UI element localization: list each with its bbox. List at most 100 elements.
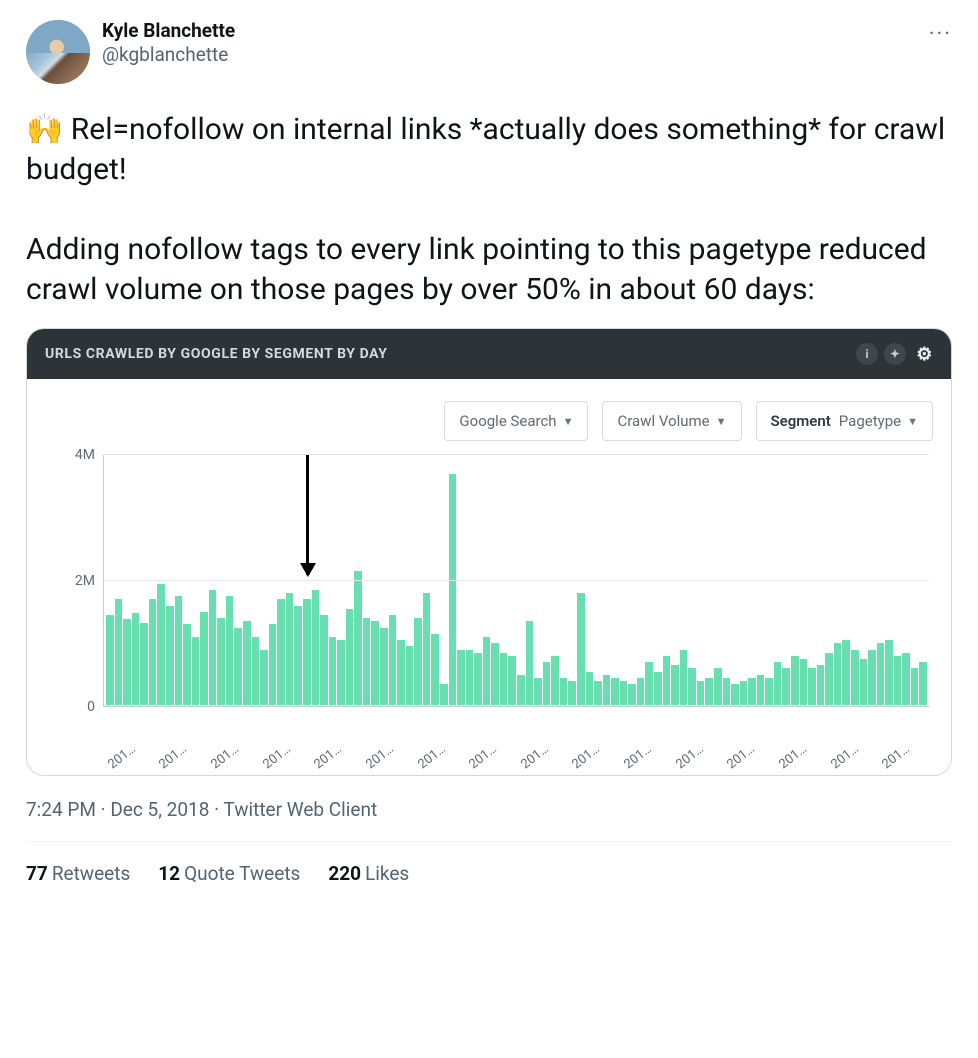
stats-row: 77Retweets 12Quote Tweets 220Likes bbox=[26, 842, 952, 885]
bar bbox=[200, 612, 208, 706]
bar bbox=[800, 659, 808, 706]
meta-date[interactable]: Dec 5, 2018 bbox=[110, 798, 209, 821]
bar bbox=[860, 659, 868, 706]
bar bbox=[517, 675, 525, 706]
chevron-down-icon: ▼ bbox=[716, 415, 727, 428]
bar bbox=[277, 599, 285, 706]
retweets-count: 77 bbox=[26, 862, 48, 885]
bar bbox=[466, 650, 474, 706]
bar bbox=[414, 618, 422, 706]
x-tick-label: 201… bbox=[776, 742, 809, 773]
avatar[interactable] bbox=[26, 20, 90, 84]
bar bbox=[346, 609, 354, 706]
x-tick-label: 201… bbox=[157, 742, 190, 773]
filter-segment-label: Segment bbox=[771, 412, 831, 430]
bar bbox=[560, 678, 568, 706]
bar bbox=[320, 615, 328, 706]
bar bbox=[628, 684, 636, 706]
bar bbox=[757, 675, 765, 706]
likes[interactable]: 220Likes bbox=[328, 862, 409, 885]
card-title: URLS CRAWLED BY GOOGLE BY SEGMENT BY DAY bbox=[45, 346, 388, 362]
bar bbox=[234, 628, 242, 706]
embedded-chart-card: URLS CRAWLED BY GOOGLE BY SEGMENT BY DAY… bbox=[26, 328, 952, 776]
bar bbox=[705, 678, 713, 706]
bar bbox=[226, 596, 234, 706]
quote-tweets[interactable]: 12Quote Tweets bbox=[158, 862, 300, 885]
y-tick-label: 0 bbox=[45, 699, 95, 715]
bar bbox=[774, 662, 782, 706]
card-body: Google Search ▼ Crawl Volume ▼ Segment P… bbox=[27, 379, 951, 775]
bar bbox=[363, 618, 371, 706]
chevron-down-icon: ▼ bbox=[563, 415, 574, 428]
bar bbox=[483, 637, 491, 706]
bar bbox=[714, 668, 722, 706]
bar bbox=[868, 650, 876, 706]
bar bbox=[534, 678, 542, 706]
bars bbox=[104, 455, 929, 706]
quotes-count: 12 bbox=[158, 862, 180, 885]
bar bbox=[260, 650, 268, 706]
retweets[interactable]: 77Retweets bbox=[26, 862, 130, 885]
bar bbox=[919, 662, 927, 706]
bar bbox=[166, 606, 174, 706]
meta-source[interactable]: Twitter Web Client bbox=[223, 798, 377, 821]
filter-search-label: Google Search bbox=[459, 412, 556, 430]
bar bbox=[663, 656, 671, 706]
bar bbox=[671, 665, 679, 706]
bar bbox=[269, 624, 277, 706]
bar bbox=[329, 637, 337, 706]
bar bbox=[252, 637, 260, 706]
likes-label: Likes bbox=[365, 862, 409, 885]
more-button[interactable]: ··· bbox=[929, 20, 952, 47]
bar bbox=[423, 593, 431, 706]
bar bbox=[380, 628, 388, 706]
bar bbox=[457, 650, 465, 706]
bar bbox=[474, 653, 482, 706]
annotation-arrow bbox=[306, 455, 309, 575]
x-tick-label: 201… bbox=[467, 742, 500, 773]
bar bbox=[911, 668, 919, 706]
bar bbox=[132, 613, 140, 706]
x-tick-label: 201… bbox=[363, 742, 396, 773]
filter-segment-value: Pagetype bbox=[839, 412, 901, 430]
bar bbox=[243, 621, 251, 706]
bar bbox=[217, 618, 225, 706]
bar bbox=[431, 634, 439, 706]
bar bbox=[115, 599, 123, 706]
filter-segment[interactable]: Segment Pagetype ▼ bbox=[756, 401, 933, 441]
bar bbox=[286, 593, 294, 706]
bar bbox=[449, 474, 457, 706]
bar bbox=[654, 672, 662, 707]
info-icon[interactable]: i bbox=[856, 343, 878, 365]
gear-icon[interactable]: ⚙ bbox=[916, 344, 933, 365]
filter-search[interactable]: Google Search ▼ bbox=[444, 401, 588, 441]
bar bbox=[183, 624, 191, 706]
handle: @kgblanchette bbox=[102, 44, 929, 66]
x-tick-label: 201… bbox=[260, 742, 293, 773]
bar bbox=[337, 640, 345, 706]
bar bbox=[808, 668, 816, 706]
pin-icon[interactable]: ✦ bbox=[884, 343, 906, 365]
filter-metric[interactable]: Crawl Volume ▼ bbox=[602, 401, 741, 441]
bar bbox=[877, 643, 885, 706]
bar bbox=[551, 656, 559, 706]
bar bbox=[123, 619, 131, 706]
bar bbox=[440, 684, 448, 706]
bar bbox=[568, 681, 576, 706]
bar bbox=[526, 621, 534, 706]
bar bbox=[894, 656, 902, 706]
filter-metric-label: Crawl Volume bbox=[617, 412, 709, 430]
plot-area bbox=[103, 455, 929, 707]
bar bbox=[902, 653, 910, 706]
meta-time[interactable]: 7:24 PM bbox=[26, 798, 96, 821]
x-tick-label: 201… bbox=[673, 742, 706, 773]
tweet-text: 🙌 Rel=nofollow on internal links *actual… bbox=[26, 110, 952, 310]
bar bbox=[209, 590, 217, 706]
chevron-down-icon: ▼ bbox=[907, 415, 918, 428]
x-tick-label: 201… bbox=[312, 742, 345, 773]
author-block[interactable]: Kyle Blanchette @kgblanchette bbox=[102, 20, 929, 66]
bar bbox=[723, 678, 731, 706]
x-tick-label: 201… bbox=[415, 742, 448, 773]
bar bbox=[680, 650, 688, 706]
x-tick-label: 201… bbox=[725, 742, 758, 773]
